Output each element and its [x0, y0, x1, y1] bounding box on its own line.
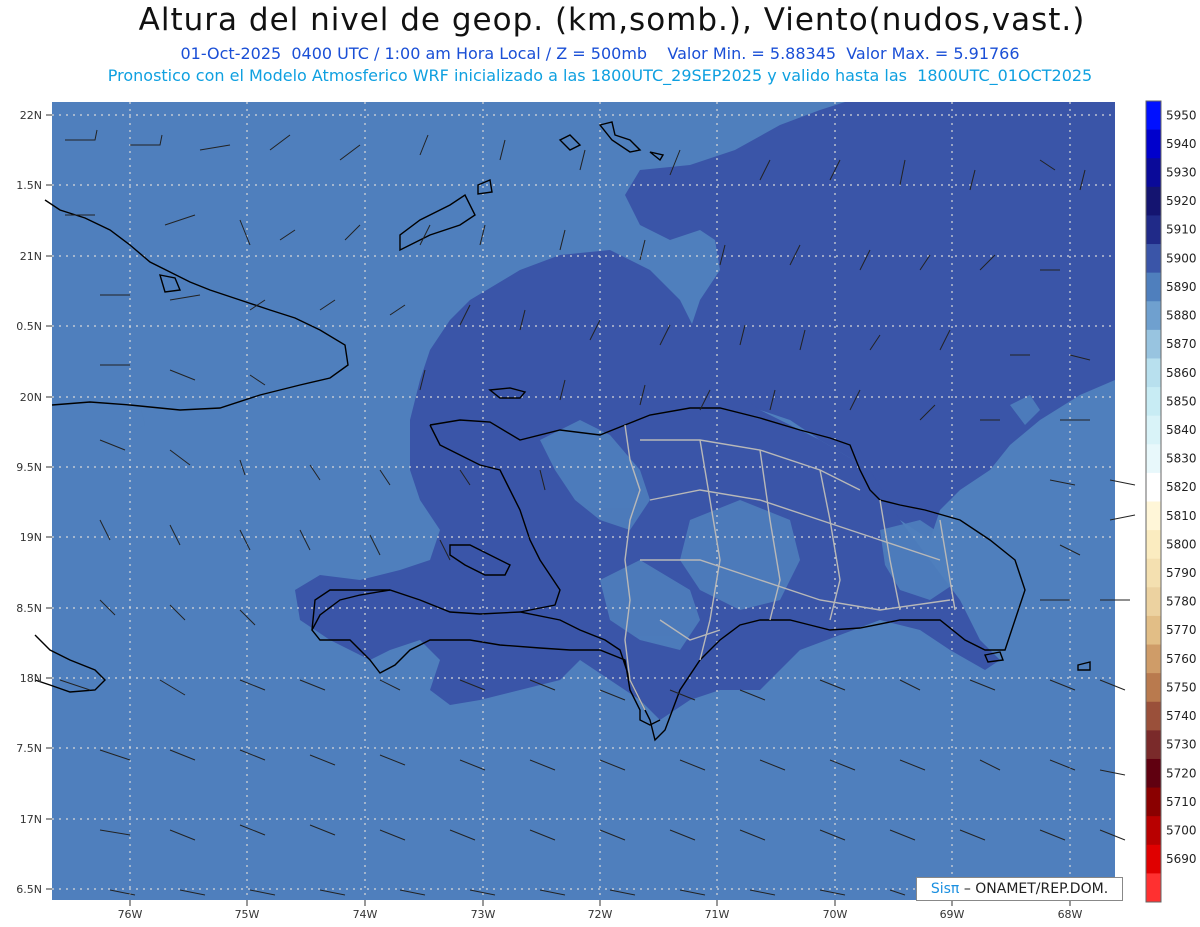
colorbar-label: 5790 [1166, 566, 1197, 580]
colorbar-label: 5910 [1166, 223, 1197, 237]
credit-box: Sisπ – ONAMET/REP.DOM. [916, 877, 1123, 901]
colorbar-label: 5800 [1166, 537, 1197, 551]
colorbar-swatch [1146, 787, 1161, 817]
colorbar-swatch [1146, 873, 1161, 903]
credit-text: – ONAMET/REP.DOM. [963, 881, 1109, 897]
colorbar: 5950 5940 5930 5920 5910 5900 5890 5880 5870 5860… [1145, 100, 1197, 903]
lon-label: 74W [353, 908, 378, 921]
colorbar-swatch [1146, 186, 1161, 216]
credit-brand: Sisπ [930, 881, 960, 897]
colorbar-label: 5890 [1166, 280, 1197, 294]
colorbar-label: 5870 [1166, 337, 1197, 351]
colorbar-swatch [1146, 472, 1161, 502]
colorbar-swatch [1146, 329, 1161, 359]
lat-label: 17N [20, 813, 42, 826]
colorbar-swatch [1146, 358, 1161, 388]
lat-label: 21N [20, 250, 42, 263]
lat-label: 1.5N [16, 179, 42, 192]
colorbar-label: 5830 [1166, 452, 1197, 466]
colorbar-label: 5950 [1166, 108, 1197, 122]
colorbar-label: 5760 [1166, 652, 1197, 666]
colorbar-swatch [1146, 701, 1161, 731]
colorbar-swatch [1146, 444, 1161, 474]
lat-label: 22N [20, 109, 42, 122]
lon-label: 68W [1058, 908, 1083, 921]
colorbar-swatch [1146, 387, 1161, 417]
colorbar-swatch [1146, 730, 1161, 760]
lat-label: 9.5N [16, 461, 42, 474]
colorbar-swatch [1146, 501, 1161, 531]
colorbar-swatch [1146, 415, 1161, 445]
latitude-labels: 22N 1.5N 21N 0.5N 20N 9.5N 19N 8.5N 18N … [16, 109, 42, 896]
lon-label: 69W [940, 908, 965, 921]
colorbar-label: 5820 [1166, 480, 1197, 494]
forecast-map: 22N 1.5N 21N 0.5N 20N 9.5N 19N 8.5N 18N … [16, 100, 1197, 921]
lat-label: 7.5N [16, 742, 42, 755]
colorbar-label: 5880 [1166, 309, 1197, 323]
colorbar-swatch [1146, 101, 1161, 131]
colorbar-label: 5900 [1166, 251, 1197, 265]
colorbar-swatch [1146, 587, 1161, 617]
lon-label: 76W [118, 908, 143, 921]
colorbar-swatch [1146, 615, 1161, 646]
lon-label: 70W [823, 908, 848, 921]
lon-label: 72W [588, 908, 613, 921]
colorbar-label: 5780 [1166, 595, 1197, 609]
colorbar-label: 5730 [1166, 738, 1197, 752]
lat-label: 19N [20, 531, 42, 544]
colorbar-swatch [1146, 758, 1161, 789]
colorbar-swatch [1146, 816, 1161, 846]
lon-label: 73W [471, 908, 496, 921]
colorbar-label: 5850 [1166, 394, 1197, 408]
colorbar-label: 5720 [1166, 766, 1197, 780]
lon-label: 71W [705, 908, 730, 921]
colorbar-label: 5940 [1166, 137, 1197, 151]
colorbar-swatch [1146, 215, 1161, 245]
lon-label: 75W [235, 908, 260, 921]
colorbar-label: 5740 [1166, 709, 1197, 723]
colorbar-label: 5840 [1166, 423, 1197, 437]
lat-label: 8.5N [16, 602, 42, 615]
longitude-labels: 76W 75W 74W 73W 72W 71W 70W 69W 68W [118, 908, 1083, 921]
colorbar-swatch [1146, 244, 1161, 274]
colorbar-swatch [1146, 644, 1161, 674]
colorbar-swatch [1146, 530, 1161, 560]
colorbar-label: 5920 [1166, 194, 1197, 208]
lat-label: 0.5N [16, 320, 42, 333]
colorbar-label: 5690 [1166, 852, 1197, 866]
lat-label: 18N [20, 672, 42, 685]
colorbar-label: 5810 [1166, 509, 1197, 523]
lat-label: 6.5N [16, 883, 42, 896]
colorbar-label: 5930 [1166, 166, 1197, 180]
colorbar-label: 5710 [1166, 795, 1197, 809]
colorbar-swatch [1146, 129, 1161, 159]
colorbar-swatch [1146, 158, 1161, 188]
colorbar-label: 5750 [1166, 680, 1197, 694]
lat-label: 20N [20, 391, 42, 404]
colorbar-swatch [1146, 301, 1161, 331]
colorbar-swatch [1146, 558, 1161, 588]
colorbar-label: 5700 [1166, 823, 1197, 837]
colorbar-label: 5860 [1166, 366, 1197, 380]
colorbar-swatch [1146, 844, 1161, 874]
colorbar-swatch [1146, 673, 1161, 703]
colorbar-label: 5770 [1166, 623, 1197, 637]
colorbar-swatch [1146, 272, 1161, 302]
